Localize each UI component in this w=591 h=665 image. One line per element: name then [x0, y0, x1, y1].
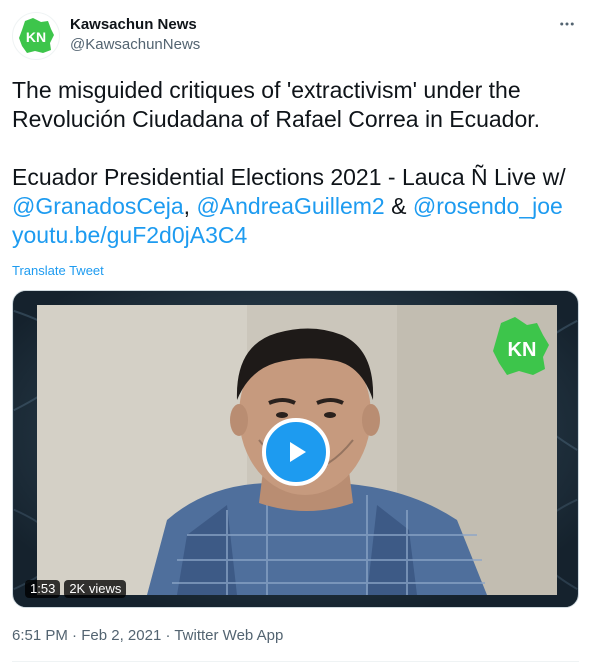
kn-watermark-icon: KN	[493, 317, 549, 375]
video-player[interactable]: KN 1:53 2K views	[12, 290, 579, 608]
display-name[interactable]: Kawsachun News	[70, 15, 200, 35]
tweet-text: The misguided critiques of 'extractivism…	[12, 76, 572, 250]
tweet-line-prefix: Ecuador Presidential Elections 2021 - La…	[12, 164, 566, 190]
tweet-date[interactable]: Feb 2, 2021	[81, 627, 161, 644]
svg-text:KN: KN	[26, 29, 46, 45]
tweet-paragraph-1: The misguided critiques of 'extractivism…	[12, 77, 541, 132]
kn-logo-icon: KN	[19, 18, 54, 53]
tweet-time[interactable]: 6:51 PM	[12, 627, 68, 644]
mention-andreaguillem2[interactable]: @AndreaGuillem2	[196, 193, 384, 219]
video-duration-badge: 1:53	[25, 580, 61, 598]
tweet-source[interactable]: Twitter Web App	[174, 627, 283, 644]
author-info: Kawsachun News @KawsachunNews	[70, 15, 200, 55]
youtube-link[interactable]: youtu.be/guF2d0jA3C4	[12, 222, 247, 248]
separator-dot: ·	[161, 627, 175, 644]
play-icon	[290, 442, 306, 462]
divider	[12, 661, 579, 662]
video-badges: 1:53 2K views	[25, 580, 127, 598]
tweet-paragraph-2: Ecuador Presidential Elections 2021 - La…	[12, 163, 572, 250]
video-watermark: KN	[508, 339, 537, 361]
more-options-button[interactable]	[555, 12, 579, 36]
avatar[interactable]: KN	[12, 12, 60, 60]
translate-tweet-link[interactable]: Translate Tweet	[12, 263, 104, 279]
separator: ,	[183, 193, 197, 219]
video-views-badge: 2K views	[64, 580, 127, 598]
more-horizontal-icon	[560, 22, 574, 26]
mention-rosendo-joe[interactable]: @rosendo_joe	[413, 193, 563, 219]
play-button[interactable]	[262, 418, 330, 486]
mention-granadosceja[interactable]: @GranadosCeja	[12, 193, 184, 219]
separator: &	[384, 193, 413, 219]
tweet-card: KN Kawsachun News @KawsachunNews The mis…	[0, 0, 591, 665]
user-handle[interactable]: @KawsachunNews	[70, 35, 200, 55]
tweet-metadata: 6:51 PM · Feb 2, 2021 · Twitter Web App	[12, 626, 283, 646]
separator-dot: ·	[67, 627, 82, 644]
